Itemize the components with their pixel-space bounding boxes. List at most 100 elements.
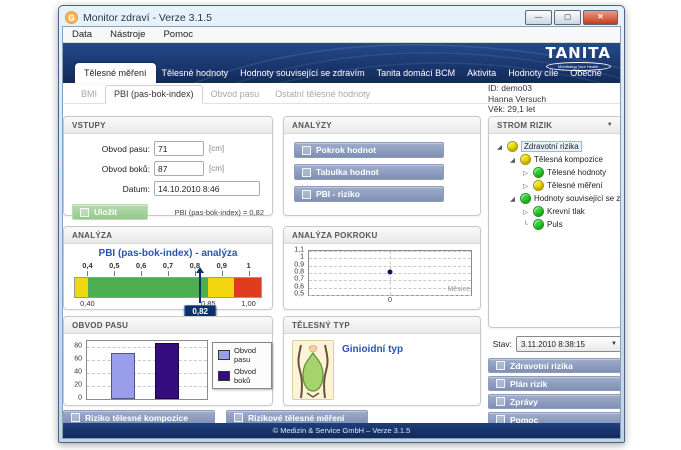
save-button[interactable]: Uložit xyxy=(72,204,148,220)
tree-expander-icon[interactable]: ▷ xyxy=(521,169,530,177)
panel-analyza-header: ANALÝZA xyxy=(64,227,272,244)
progress-ylabels: 1,110,90,80,70,60,5 xyxy=(284,250,306,294)
subtab-ostatni[interactable]: Ostatní tělesné hodnoty xyxy=(267,86,378,103)
panel-typ-header: TĚLESNÝ TYP xyxy=(284,317,480,334)
obvod-boku-input[interactable] xyxy=(154,161,204,176)
zdravotni-rizika-icon xyxy=(496,361,505,370)
tree-node[interactable]: └Puls xyxy=(493,218,617,231)
tab-telesne-hodnoty[interactable]: Tělesné hodnoty xyxy=(156,65,235,83)
menu-nastroje[interactable]: Nástroje xyxy=(101,29,154,40)
tab-obecne[interactable]: Obecné xyxy=(564,65,608,83)
pbi-scale-title: PBI (pas-bok-index) - analýza xyxy=(64,248,272,259)
tree-node-label[interactable]: Zdravotní rizika xyxy=(521,141,582,152)
legend-swatch-icon xyxy=(218,350,230,360)
tab-hodnoty-cile[interactable]: Hodnoty cíle xyxy=(502,65,564,83)
menu-data[interactable]: Data xyxy=(63,29,101,40)
scale-bottom-label: 1,00 xyxy=(241,299,256,308)
panel-analyzy: ANALÝZY Pokrok hodnot Tabulka hodnot PBI… xyxy=(283,116,481,216)
tree-node[interactable]: ▷ Tělesné měření xyxy=(493,179,617,192)
zdravotni-rizika-button[interactable]: Zdravotní rizika xyxy=(488,358,621,373)
window-controls: — ▢ ✕ xyxy=(525,10,618,25)
tab-aktivita[interactable]: Aktivita xyxy=(461,65,502,83)
tree-expander-icon[interactable]: ▷ xyxy=(521,208,530,216)
stav-value: 3.11.2010 8:38:15 xyxy=(521,340,585,349)
tree-node[interactable]: ◢ Tělesná kompozice xyxy=(493,153,617,166)
pbi-result-text: PBI (pas-bok-index) = 0,82 xyxy=(175,208,264,217)
tree-expander-icon[interactable]: ◢ xyxy=(508,195,517,203)
tree-node[interactable]: ◢ Zdravotní rizika xyxy=(493,140,617,153)
plan-rizik-icon xyxy=(496,379,505,388)
patient-age: Věk: 29,1 let xyxy=(488,104,546,115)
window-body: Data Nástroje Pomoc TANITA Monitoring Yo… xyxy=(62,26,621,439)
y-tick-label: 20 xyxy=(74,382,82,389)
tree-node-label[interactable]: Puls xyxy=(547,220,563,229)
save-icon xyxy=(80,208,89,217)
tree-node-label[interactable]: Tělesné měření xyxy=(547,181,603,190)
panel-typ-body: Ginioidní typ xyxy=(284,334,480,406)
status-dot-icon xyxy=(520,154,531,165)
tree-expander-icon[interactable]: ▷ xyxy=(521,182,530,190)
tab-tanita-bcm[interactable]: Tanita domácí BCM xyxy=(371,65,462,83)
subtab-bmi[interactable]: BMI xyxy=(73,86,105,103)
panel-analyzy-body: Pokrok hodnot Tabulka hodnot PBI - rizik… xyxy=(284,134,480,210)
gridline xyxy=(87,373,207,374)
tabulka-hodnot-icon xyxy=(302,168,311,177)
legend-swatch-icon xyxy=(218,371,230,381)
y-tick-label: 0 xyxy=(78,395,82,402)
scale-tick-label: 0,6 xyxy=(136,261,146,270)
tree-node[interactable]: ▷ Krevní tlak xyxy=(493,205,617,218)
plan-rizik-button[interactable]: Plán rizik xyxy=(488,376,621,391)
menu-pomoc[interactable]: Pomoc xyxy=(154,29,202,40)
titlebar[interactable]: G Monitor zdraví - Verze 3.1.5 — ▢ ✕ xyxy=(62,9,621,26)
gynoid-body-icon xyxy=(293,341,333,399)
close-button[interactable]: ✕ xyxy=(583,10,618,25)
tree-node-label[interactable]: Tělesné hodnoty xyxy=(547,168,606,177)
header-band: TANITA Monitoring Your Health Tělesné mě… xyxy=(63,43,620,83)
subtab-pbi[interactable]: PBI (pas-bok-index) xyxy=(105,85,203,104)
y-tick-label: 0,9 xyxy=(294,261,304,268)
tree-node-label[interactable]: Tělesná kompozice xyxy=(534,155,603,164)
scale-tick-mark xyxy=(168,271,169,276)
tree-node[interactable]: ◢Hodnoty související se zdravím xyxy=(493,192,617,205)
scale-bottom-label: 0,40 xyxy=(80,299,95,308)
tree-node-label[interactable]: Krevní tlak xyxy=(547,207,585,216)
scale-tick-mark xyxy=(114,271,115,276)
datum-input[interactable] xyxy=(154,181,260,196)
pokrok-hodnot-button[interactable]: Pokrok hodnot xyxy=(294,142,444,158)
tab-telesne-mereni[interactable]: Tělesné měření xyxy=(75,63,156,83)
field-obvod-pasu-label: Obvod pasu: xyxy=(72,144,150,154)
maximize-button[interactable]: ▢ xyxy=(554,10,581,25)
tree-node[interactable]: ▷ Tělesné hodnoty xyxy=(493,166,617,179)
panel-obvod-body: 806040200 Obvod pasuObvod boků xyxy=(64,334,272,406)
zdravotni-rizika-label: Zdravotní rizika xyxy=(510,361,573,371)
y-tick-label: 80 xyxy=(74,343,82,350)
legend-label: Obvod boků xyxy=(234,367,266,385)
panel-vstupy: VSTUPY Obvod pasu: [cm] Obvod boků: [cm]… xyxy=(63,116,273,216)
tabulka-hodnot-label: Tabulka hodnot xyxy=(316,167,379,177)
stav-dropdown[interactable]: 3.11.2010 8:38:15 ▼ xyxy=(516,336,621,352)
subtab-obvod-pasu[interactable]: Obvod pasu xyxy=(203,86,268,103)
panel-obvod-header: OBVOD PASU xyxy=(64,317,272,334)
collapse-panel-icon[interactable]: ▼ xyxy=(607,122,613,128)
pbi-riziko-button[interactable]: PBI - riziko xyxy=(294,186,444,202)
tab-hodnoty-souvisejici[interactable]: Hodnoty související se zdravím xyxy=(234,65,371,83)
legend-item: Obvod pasu xyxy=(218,346,266,364)
tabulka-hodnot-button[interactable]: Tabulka hodnot xyxy=(294,164,444,180)
panel-analyza-body: PBI (pas-bok-index) - analýza 0,40,50,60… xyxy=(64,248,272,321)
obvod-pasu-input[interactable] xyxy=(154,141,204,156)
tree-node-label[interactable]: Hodnoty související se zdravím xyxy=(534,194,621,203)
strom-title: STROM RIZIK xyxy=(497,121,552,130)
tree-expander-icon[interactable]: ◢ xyxy=(508,156,517,164)
waist-legend: Obvod pasu Obvod boků xyxy=(212,342,272,389)
status-dot-icon xyxy=(533,206,544,217)
scale-tick-label: 0,4 xyxy=(82,261,92,270)
minimize-button[interactable]: — xyxy=(525,10,552,25)
save-button-label: Uložit xyxy=(94,207,117,217)
progress-xlabel: Měsíce xyxy=(447,286,470,293)
plan-rizik-label: Plán rizik xyxy=(510,379,547,389)
zpravy-button[interactable]: Zprávy xyxy=(488,394,621,409)
waist-plot xyxy=(86,340,208,400)
tree-expander-icon[interactable]: ◢ xyxy=(495,143,504,151)
field-obvod-boku-unit: [cm] xyxy=(209,164,224,173)
zpravy-icon xyxy=(496,397,505,406)
